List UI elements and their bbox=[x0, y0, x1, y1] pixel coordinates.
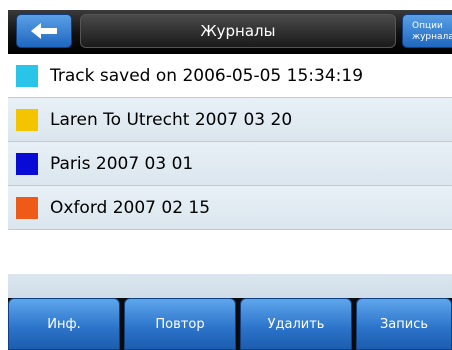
color-swatch bbox=[16, 64, 38, 87]
repeat-button[interactable]: Повтор bbox=[124, 298, 236, 350]
list-item-label: Paris 2007 03 01 bbox=[50, 153, 194, 174]
back-arrow-icon bbox=[29, 21, 59, 41]
options-label-line1: Опции bbox=[412, 21, 443, 31]
list-item[interactable]: Track saved on 2006-05-05 15:34:19 bbox=[8, 54, 452, 98]
back-button[interactable] bbox=[16, 14, 72, 48]
color-swatch bbox=[16, 152, 38, 175]
record-button[interactable]: Запись bbox=[356, 298, 452, 350]
color-swatch bbox=[16, 108, 38, 131]
page-title: Журналы bbox=[80, 14, 396, 48]
log-options-button[interactable]: Опции журнала bbox=[402, 14, 452, 48]
bottom-toolbar: Инф. Повтор Удалить Запись bbox=[8, 298, 452, 350]
options-label-line2: журнала bbox=[412, 32, 452, 42]
info-button[interactable]: Инф. bbox=[8, 298, 120, 350]
delete-button[interactable]: Удалить bbox=[240, 298, 352, 350]
color-swatch bbox=[16, 196, 38, 219]
list-item[interactable]: Oxford 2007 02 15 bbox=[8, 186, 452, 230]
list-item-label: Oxford 2007 02 15 bbox=[50, 197, 211, 218]
list-item-label: Track saved on 2006-05-05 15:34:19 bbox=[50, 65, 364, 86]
header-bar: Журналы Опции журнала bbox=[8, 10, 452, 54]
screen: Журналы Опции журнала Track saved on 200… bbox=[0, 0, 452, 350]
list-item[interactable]: Paris 2007 03 01 bbox=[8, 142, 452, 186]
list-item-label: Laren To Utrecht 2007 03 20 bbox=[50, 109, 293, 130]
track-log-list: Track saved on 2006-05-05 15:34:19 Laren… bbox=[8, 54, 452, 230]
list-empty-area bbox=[8, 274, 452, 298]
list-item[interactable]: Laren To Utrecht 2007 03 20 bbox=[8, 98, 452, 142]
